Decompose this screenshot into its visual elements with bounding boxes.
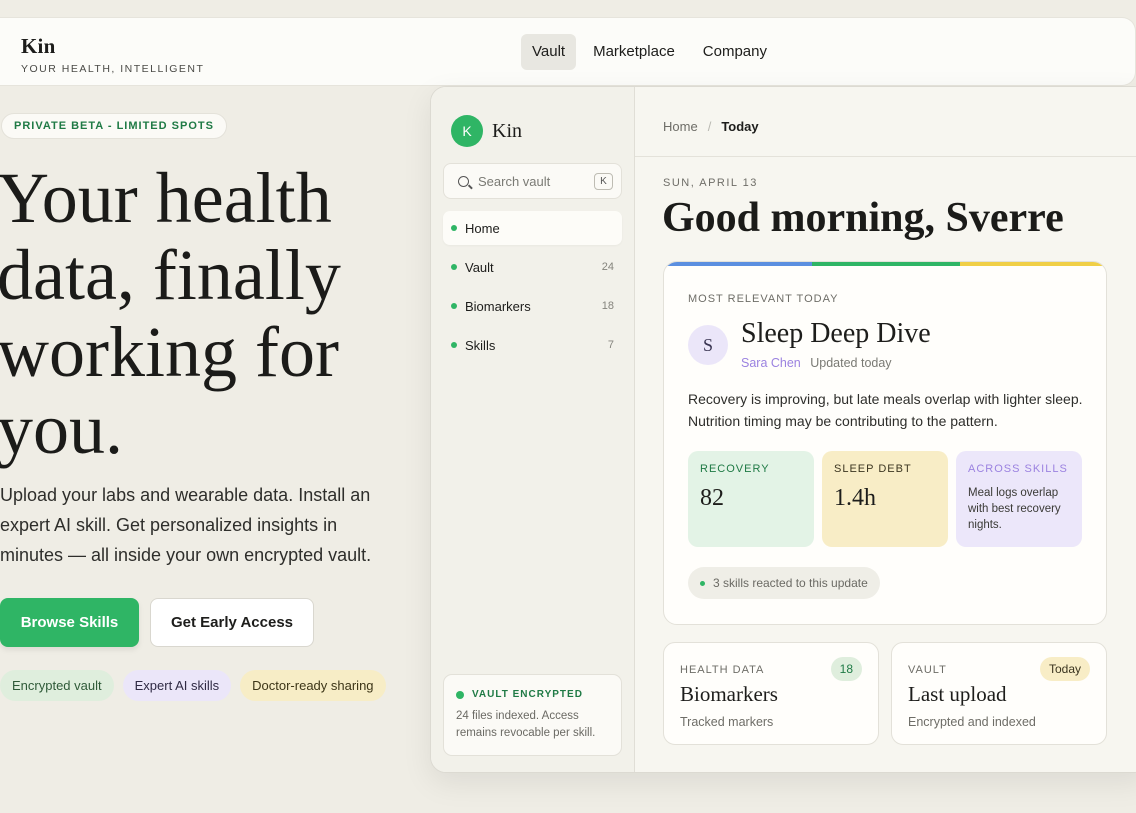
search-input[interactable]: Search vault K bbox=[443, 163, 622, 199]
hero-title-line: data, finally bbox=[0, 235, 341, 315]
top-navigation: Kin YOUR HEALTH, INTELLIGENT Vault Marke… bbox=[0, 17, 1136, 86]
status-dot-icon bbox=[451, 303, 457, 309]
sidebar-item-count: 24 bbox=[601, 261, 614, 273]
card-title: Last upload bbox=[908, 682, 1007, 706]
stat-label: RECOVERY bbox=[700, 463, 770, 475]
hero-title-line: Your health bbox=[0, 158, 332, 238]
nav-link-vault[interactable]: Vault bbox=[521, 34, 577, 70]
status-dot-icon bbox=[451, 225, 457, 231]
stat-value: 82 bbox=[700, 485, 724, 511]
card-meta: Sara Chen Updated today bbox=[741, 356, 892, 370]
sidebar-item-label: Biomarkers bbox=[465, 298, 531, 314]
get-early-access-button[interactable]: Get Early Access bbox=[150, 598, 314, 647]
card-title: Biomarkers bbox=[680, 682, 778, 706]
hero-subtitle: Upload your labs and wearable data. Inst… bbox=[0, 485, 372, 565]
sidebar-app-name: Kin bbox=[492, 119, 522, 142]
vault-encrypted-description: 24 files indexed. Access remains revocab… bbox=[456, 710, 596, 739]
featured-insight-card[interactable]: MOST RELEVANT TODAY S Sleep Deep Dive Sa… bbox=[663, 261, 1107, 625]
updated-text: Updated today bbox=[810, 356, 892, 370]
status-dot-icon bbox=[456, 690, 464, 699]
stat-across-skills: ACROSS SKILLS Meal logs overlap with bes… bbox=[956, 451, 1082, 547]
stats-row: RECOVERY 82 SLEEP DEBT 1.4h ACROSS SKILL… bbox=[688, 451, 1082, 547]
chip-expert-ai-skills: Expert AI skills bbox=[122, 670, 232, 701]
stat-text: Meal logs overlap with best recovery nig… bbox=[968, 487, 1061, 531]
sidebar-item-count: 7 bbox=[607, 339, 614, 351]
accent-bar-blue bbox=[664, 262, 812, 266]
nav-links: Vault Marketplace Company bbox=[521, 34, 778, 70]
stat-label: ACROSS SKILLS bbox=[968, 463, 1068, 475]
biomarkers-card[interactable]: HEALTH DATA Biomarkers Tracked markers 1… bbox=[663, 642, 879, 745]
nav-link-company[interactable]: Company bbox=[692, 34, 778, 70]
feature-chips: Encrypted vault Expert AI skills Doctor-… bbox=[0, 670, 386, 701]
browse-skills-button[interactable]: Browse Skills bbox=[0, 598, 139, 647]
card-label: MOST RELEVANT TODAY bbox=[688, 293, 839, 305]
stat-value: 1.4h bbox=[834, 485, 876, 511]
chip-doctor-ready-sharing: Doctor-ready sharing bbox=[240, 670, 386, 701]
hero-title: Your health data, finally working for yo… bbox=[0, 160, 417, 468]
sidebar: K Kin Search vault K Home Vault 24 Bioma… bbox=[431, 87, 635, 772]
count-badge: 18 bbox=[830, 657, 862, 681]
date-badge: Today bbox=[1039, 657, 1090, 681]
accent-bar-yellow bbox=[960, 262, 1106, 266]
stat-recovery: RECOVERY 82 bbox=[688, 451, 814, 547]
beta-badge: PRIVATE BETA - LIMITED SPOTS bbox=[1, 113, 227, 139]
card-title: Sleep Deep Dive bbox=[741, 318, 931, 349]
logo-icon: K bbox=[451, 115, 483, 147]
author-name[interactable]: Sara Chen bbox=[741, 356, 801, 370]
current-date: SUN, APRIL 13 bbox=[663, 177, 758, 189]
breadcrumb: Home / Today bbox=[635, 97, 1136, 157]
search-shortcut-key: K bbox=[594, 172, 613, 190]
sidebar-item-home[interactable]: Home bbox=[443, 211, 622, 245]
accent-bar-green bbox=[812, 262, 960, 266]
nav-link-marketplace[interactable]: Marketplace bbox=[582, 34, 686, 70]
brand-tagline: YOUR HEALTH, INTELLIGENT bbox=[21, 63, 205, 75]
sidebar-item-count: 18 bbox=[601, 300, 614, 312]
app-preview-window: K Kin Search vault K Home Vault 24 Bioma… bbox=[430, 86, 1136, 773]
stat-label: SLEEP DEBT bbox=[834, 463, 912, 475]
page-title: Good morning, Sverre bbox=[662, 195, 1064, 241]
skills-reacted-pill[interactable]: 3 skills reacted to this update bbox=[688, 567, 880, 599]
breadcrumb-current: Today bbox=[721, 119, 759, 134]
sidebar-brand[interactable]: K Kin bbox=[451, 115, 522, 147]
skills-reacted-text: 3 skills reacted to this update bbox=[713, 576, 868, 590]
search-placeholder: Search vault bbox=[478, 173, 551, 189]
hero-title-line: working for bbox=[0, 312, 339, 392]
brand-name: Kin bbox=[21, 34, 56, 58]
vault-encrypted-title: VAULT ENCRYPTED bbox=[456, 689, 609, 700]
chip-encrypted-vault: Encrypted vault bbox=[0, 670, 114, 701]
status-dot-icon bbox=[451, 264, 457, 270]
vault-encrypted-card: VAULT ENCRYPTED 24 files indexed. Access… bbox=[443, 674, 622, 756]
stat-sleep-debt: SLEEP DEBT 1.4h bbox=[822, 451, 948, 547]
search-icon bbox=[458, 175, 469, 187]
sidebar-item-label: Skills bbox=[465, 337, 496, 353]
sidebar-item-label: Home bbox=[465, 220, 500, 236]
status-dot-icon bbox=[451, 342, 457, 348]
avatar: S bbox=[688, 325, 728, 365]
sidebar-item-skills[interactable]: Skills 7 bbox=[443, 328, 622, 362]
last-upload-card[interactable]: VAULT Last upload Encrypted and indexed … bbox=[891, 642, 1107, 745]
main-content: Home / Today SUN, APRIL 13 Good morning,… bbox=[635, 87, 1136, 772]
sidebar-nav: Home Vault 24 Biomarkers 18 Skills 7 bbox=[443, 211, 622, 367]
card-subtitle: Tracked markers bbox=[680, 715, 774, 729]
sidebar-item-biomarkers[interactable]: Biomarkers 18 bbox=[443, 289, 622, 323]
breadcrumb-home[interactable]: Home bbox=[663, 119, 698, 134]
breadcrumb-separator: / bbox=[707, 119, 712, 134]
hero-title-line: you. bbox=[0, 389, 123, 469]
status-dot-icon bbox=[700, 580, 705, 586]
sidebar-item-vault[interactable]: Vault 24 bbox=[443, 250, 622, 284]
sidebar-item-label: Vault bbox=[465, 259, 494, 275]
brand[interactable]: Kin YOUR HEALTH, INTELLIGENT bbox=[21, 34, 204, 75]
vault-encrypted-label: VAULT ENCRYPTED bbox=[472, 689, 583, 700]
card-subtitle: Encrypted and indexed bbox=[908, 715, 1036, 729]
card-body: Recovery is improving, but late meals ov… bbox=[688, 391, 1083, 429]
